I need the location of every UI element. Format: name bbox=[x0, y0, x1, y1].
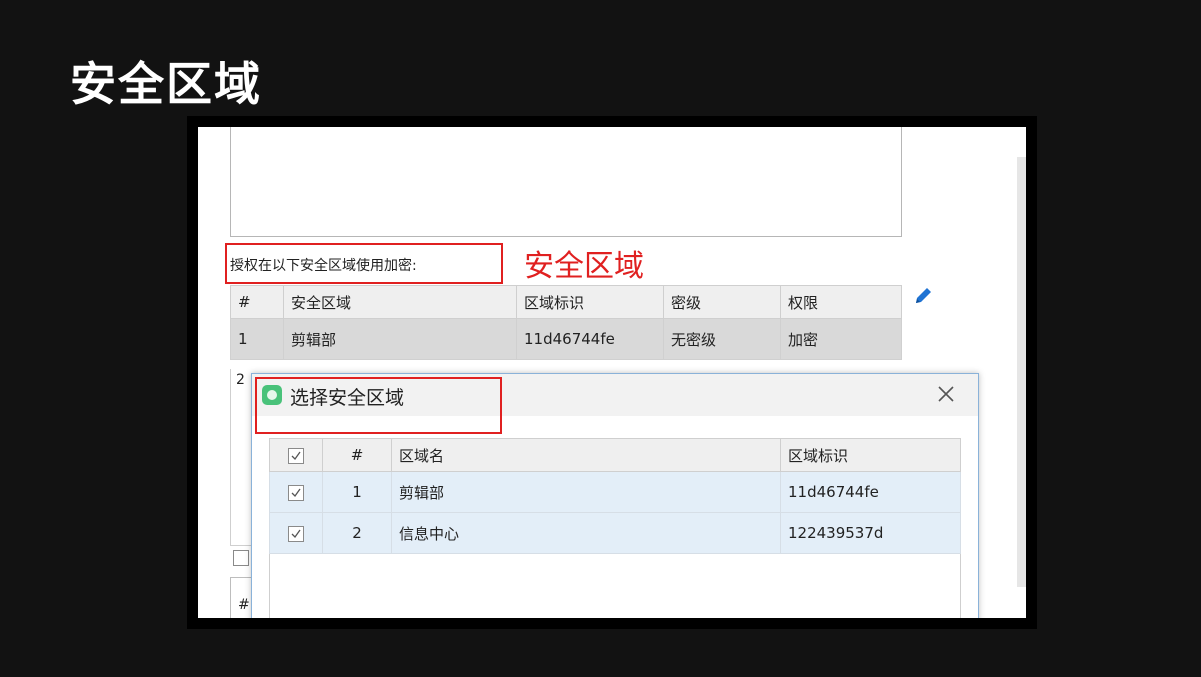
table-cell: 加密 bbox=[780, 318, 902, 360]
check-icon bbox=[291, 451, 301, 460]
column-header-number[interactable]: # bbox=[230, 285, 284, 319]
check-icon bbox=[291, 529, 301, 538]
table-cell: 122439537d bbox=[780, 512, 961, 554]
table-cell: 剪辑部 bbox=[283, 318, 517, 360]
column-header-zone-id[interactable]: 区域标识 bbox=[516, 285, 664, 319]
column-header-level[interactable]: 密级 bbox=[663, 285, 781, 319]
select-all-cell bbox=[269, 438, 323, 472]
table-cell: 2 bbox=[322, 512, 392, 554]
check-icon bbox=[291, 488, 301, 497]
select-all-checkbox[interactable] bbox=[288, 447, 304, 464]
dialog-table-empty-area bbox=[269, 554, 961, 618]
lower-table-hash: # bbox=[238, 597, 250, 613]
table-row[interactable]: 1 剪辑部 11d46744fe bbox=[269, 471, 961, 513]
screenshot: 授权在以下安全区域使用加密: 安全区域 # 安全区域 区域标识 密级 权限 1 … bbox=[198, 127, 1026, 618]
table-cell: 11d46744fe bbox=[516, 318, 664, 360]
row-checkbox[interactable] bbox=[288, 525, 304, 542]
table-cell: 剪辑部 bbox=[391, 471, 781, 513]
column-header-zone[interactable]: 安全区域 bbox=[283, 285, 517, 319]
close-icon[interactable] bbox=[935, 383, 957, 405]
highlight-box-auth-label bbox=[225, 243, 503, 284]
table-cell: 无密级 bbox=[663, 318, 781, 360]
table-row[interactable]: 1 剪辑部 11d46744fe 无密级 加密 bbox=[230, 318, 902, 360]
row-check-cell bbox=[269, 512, 323, 554]
table-cell: 11d46744fe bbox=[780, 471, 961, 513]
screenshot-frame: 授权在以下安全区域使用加密: 安全区域 # 安全区域 区域标识 密级 权限 1 … bbox=[187, 116, 1037, 629]
vertical-scrollbar[interactable] bbox=[1017, 157, 1026, 587]
dialog-header-row: # 区域名 区域标识 bbox=[269, 438, 961, 472]
pencil-icon[interactable] bbox=[912, 285, 934, 307]
dialog-column-header-name[interactable]: 区域名 bbox=[391, 438, 781, 472]
slide-title: 安全区域 bbox=[70, 57, 262, 111]
dialog-column-header-number[interactable]: # bbox=[322, 438, 392, 472]
table-cell: 信息中心 bbox=[391, 512, 781, 554]
row-checkbox[interactable] bbox=[288, 484, 304, 501]
description-textarea[interactable] bbox=[230, 127, 902, 237]
table-row[interactable]: 2 信息中心 122439537d bbox=[269, 512, 961, 554]
row-check-cell bbox=[269, 471, 323, 513]
safe-zone-table: # 安全区域 区域标识 密级 权限 1 剪辑部 11d46744fe 无密级 加… bbox=[230, 285, 902, 360]
dialog-column-header-id[interactable]: 区域标识 bbox=[780, 438, 961, 472]
highlight-box-dialog-title bbox=[255, 377, 502, 434]
annotation-label: 安全区域 bbox=[524, 249, 644, 284]
table-cell: 1 bbox=[322, 471, 392, 513]
column-header-permission[interactable]: 权限 bbox=[780, 285, 902, 319]
table-header-row: # 安全区域 区域标识 密级 权限 bbox=[230, 285, 902, 319]
partially-hidden-row-number: 2 bbox=[236, 372, 245, 388]
option-checkbox[interactable] bbox=[233, 550, 249, 566]
table-cell: 1 bbox=[230, 318, 284, 360]
zone-select-table: # 区域名 区域标识 1 剪辑部 11d46744fe 2 信息中心 12243… bbox=[269, 438, 961, 554]
